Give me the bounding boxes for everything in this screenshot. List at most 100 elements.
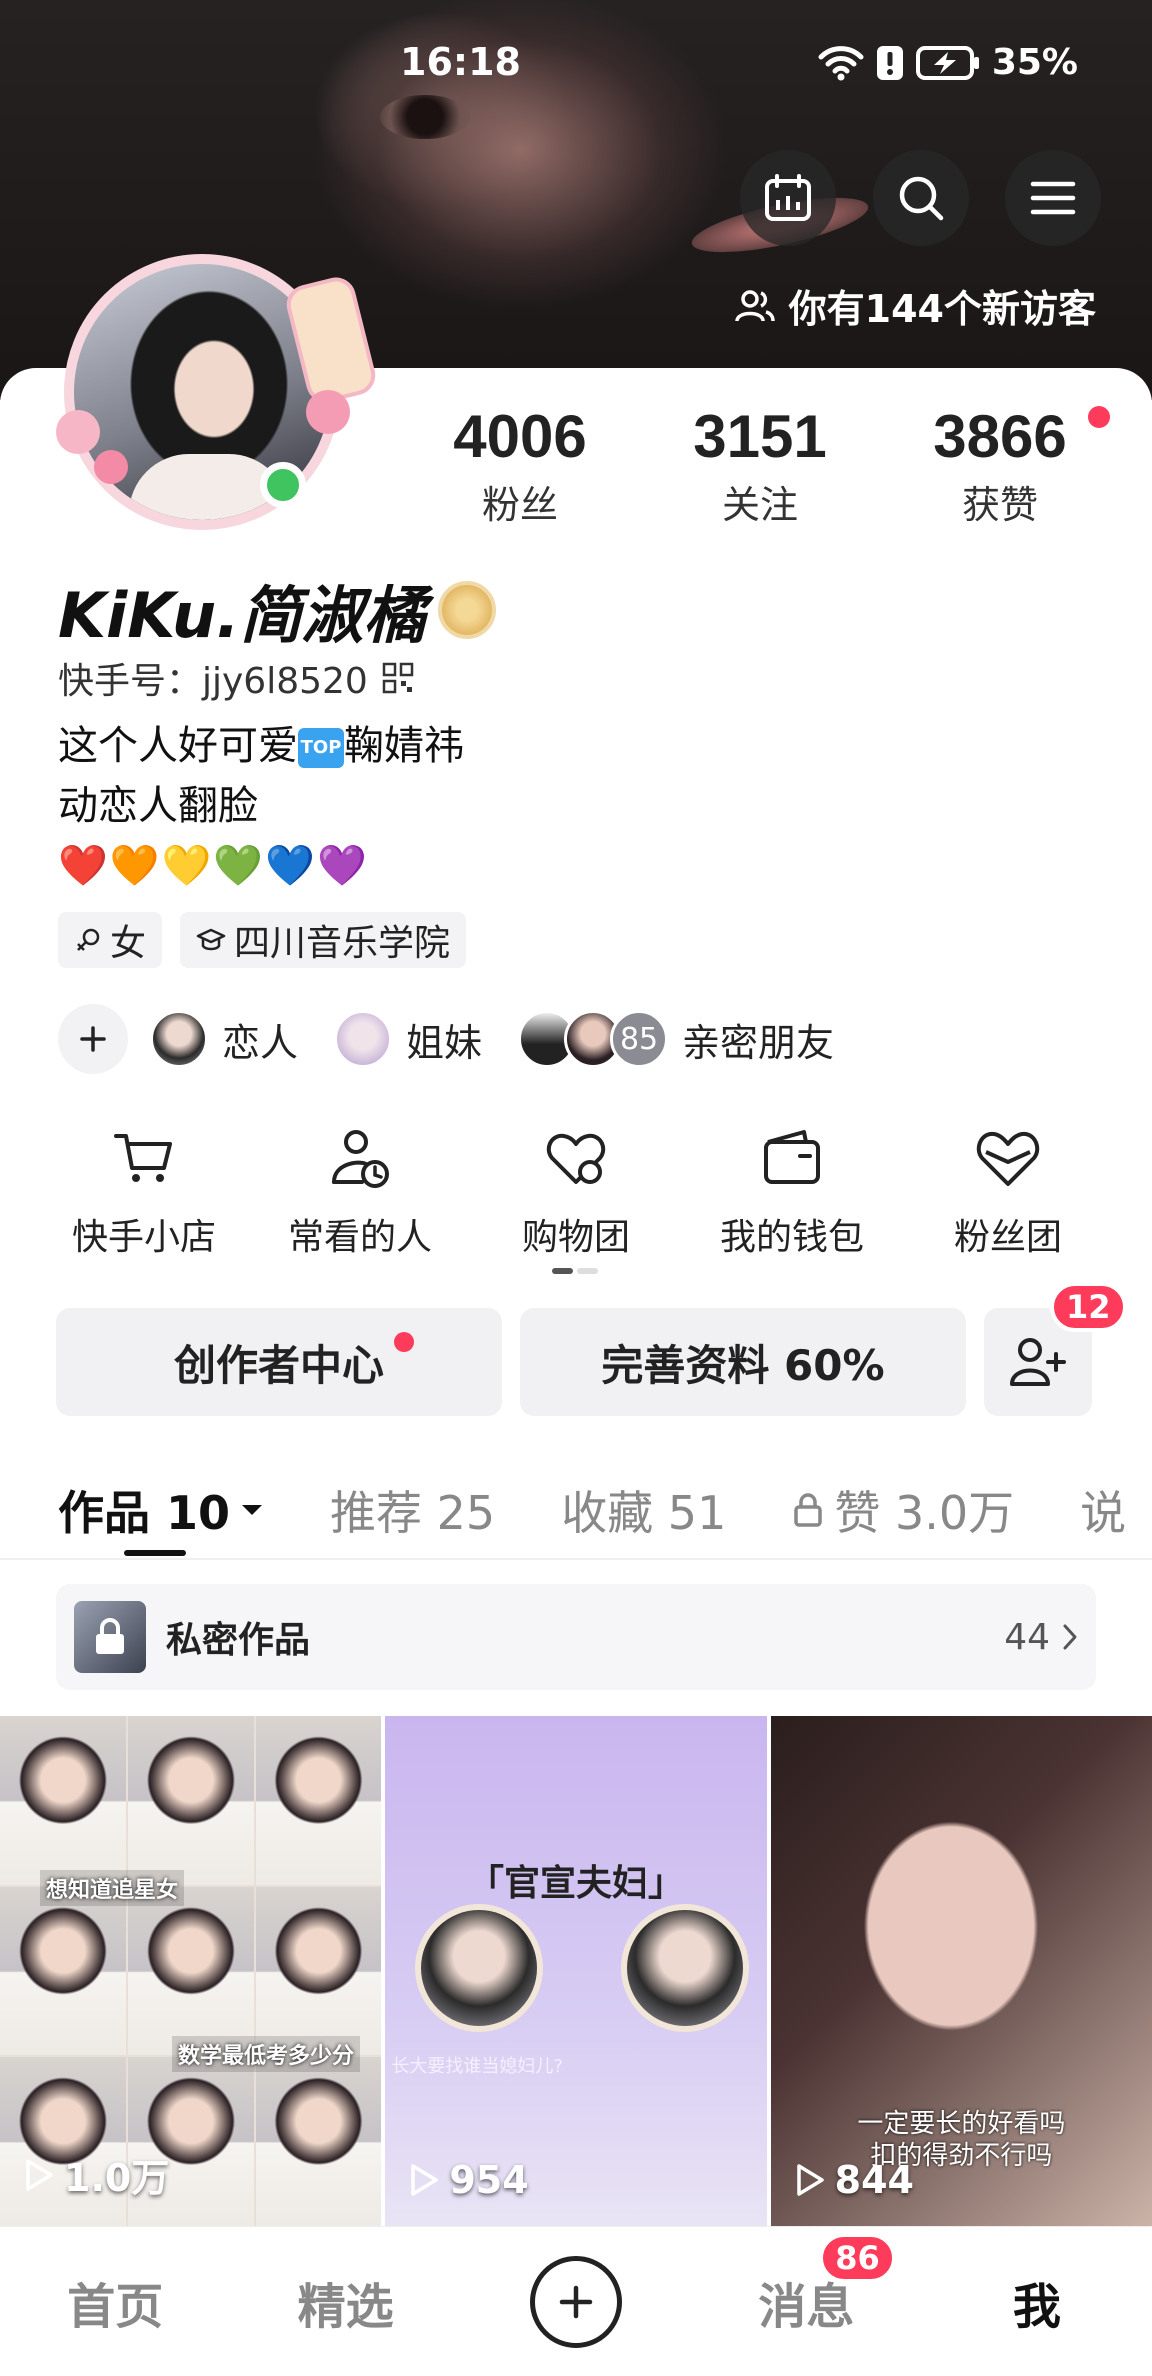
tag-label: 女 xyxy=(110,923,147,964)
indicator-dot xyxy=(577,1268,598,1274)
relationship-label: 姐妹 xyxy=(406,1020,483,1065)
service-label: 粉丝团 xyxy=(953,1217,1062,1258)
stat-label: 粉丝 xyxy=(481,483,558,527)
nav-label: 首页 xyxy=(67,2278,164,2335)
relationship-close-friends[interactable]: 85 亲密朋友 xyxy=(518,1010,834,1068)
service-wallet[interactable]: 我的钱包 xyxy=(684,1120,900,1260)
cover-photo-detail xyxy=(380,95,470,139)
play-count: 844 xyxy=(795,2158,914,2202)
tag-label: 四川音乐学院 xyxy=(234,923,451,964)
calendar-button[interactable] xyxy=(740,150,836,246)
stat-likes[interactable]: 3866 获赞 xyxy=(880,402,1120,529)
lock-icon xyxy=(794,1493,823,1527)
service-label: 快手小店 xyxy=(71,1217,216,1258)
tab-more[interactable]: 说 xyxy=(1080,1477,1126,1543)
service-shopping-group[interactable]: 购物团 xyxy=(468,1120,684,1260)
nav-create[interactable] xyxy=(461,2255,691,2348)
video-subtitle: 长大要找谁当媳妇儿? xyxy=(391,2056,563,2077)
add-friend-button[interactable]: 12 xyxy=(984,1282,1127,1416)
menu-button[interactable] xyxy=(1005,150,1101,246)
add-friend-icon xyxy=(1010,1338,1066,1386)
stat-following[interactable]: 3151 关注 xyxy=(640,402,880,529)
relationship-sisters[interactable]: 姐妹 xyxy=(334,1010,482,1068)
profile-name-row: KiKu.简淑橘 xyxy=(58,565,496,655)
tag-gender[interactable]: 女 xyxy=(58,912,163,968)
service-label: 购物团 xyxy=(521,1217,630,1258)
creator-center-button[interactable]: 创作者中心 xyxy=(56,1308,502,1416)
video-thumbnail[interactable]: 「官宣夫妇」 长大要找谁当媳妇儿? 954 xyxy=(385,1716,767,2226)
video-thumbnail[interactable]: 想知道追星女 数学最低考多少分 1.0万 xyxy=(0,1716,382,2226)
nav-featured[interactable]: 精选 xyxy=(230,2267,460,2337)
play-icon xyxy=(796,2164,824,2196)
kuaishou-id-row[interactable]: 快手号：jjy6l8520 xyxy=(58,652,414,704)
services-page-indicator xyxy=(552,1268,598,1274)
tab-works[interactable]: 作品 10 xyxy=(58,1477,264,1543)
private-works-row[interactable]: 私密作品 44 xyxy=(56,1584,1096,1690)
stat-label: 获赞 xyxy=(961,483,1038,527)
relationship-lover[interactable]: 恋人 xyxy=(150,1010,298,1068)
tag-school[interactable]: 四川音乐学院 xyxy=(180,912,467,968)
service-shop[interactable]: 快手小店 xyxy=(36,1120,252,1260)
avatar-stack: 85 xyxy=(518,1010,669,1068)
private-works-thumbnail xyxy=(74,1601,146,1673)
add-relationship-button[interactable] xyxy=(58,1004,128,1074)
tab-likes[interactable]: 赞 3.0万 xyxy=(792,1477,1014,1543)
play-count-value: 1.0万 xyxy=(64,2156,170,2200)
search-button[interactable] xyxy=(873,150,969,246)
content-tabs: 作品 10 推荐 25 收藏 51 赞 3.0万 说 xyxy=(58,1470,1152,1550)
stat-value: 3151 xyxy=(693,403,827,470)
stats-row: 4006 粉丝 3151 关注 3866 获赞 xyxy=(400,402,1120,529)
new-visitors-link[interactable]: 你有144个新访客 xyxy=(734,278,1096,333)
stat-label: 关注 xyxy=(721,483,798,527)
bio-text: 动恋人翻脸 xyxy=(58,783,258,829)
friend-request-badge: 12 xyxy=(1050,1282,1127,1332)
person-clock-icon xyxy=(332,1130,389,1188)
chevron-right-icon xyxy=(1063,1624,1077,1650)
battery-level: 35% xyxy=(991,42,1078,83)
avatar xyxy=(334,1010,393,1068)
top-arrow-icon: TOP xyxy=(298,728,344,768)
level-badge-icon[interactable] xyxy=(437,581,496,639)
avatar-container[interactable] xyxy=(56,250,380,540)
play-count: 1.0万 xyxy=(24,2147,169,2202)
video-thumbnail[interactable]: 一定要长的好看吗 扣的得劲不行吗 844 xyxy=(770,1716,1152,2226)
play-count: 954 xyxy=(409,2158,529,2202)
profile-name: KiKu.简淑橘 xyxy=(58,579,426,652)
video-avatar xyxy=(621,1904,750,2032)
create-button[interactable] xyxy=(530,2255,623,2348)
video-grid: 想知道追星女 数学最低考多少分 1.0万 「官宣夫妇」 长大要找谁当媳妇儿? 9… xyxy=(0,1716,1152,2226)
status-right: 35% xyxy=(818,42,1078,83)
video-caption: 想知道追星女 xyxy=(40,1870,185,1906)
search-icon xyxy=(899,176,944,221)
nav-messages[interactable]: 消息 86 xyxy=(691,2232,921,2337)
nav-me[interactable]: 我 xyxy=(922,2267,1152,2337)
tab-label: 推荐 25 xyxy=(330,1486,496,1540)
service-label: 常看的人 xyxy=(287,1217,432,1258)
service-fan-group[interactable]: 粉丝团 xyxy=(900,1120,1116,1260)
play-icon xyxy=(411,2164,439,2196)
action-buttons: 创作者中心 完善资料 60% 12 xyxy=(56,1282,1127,1416)
nav-home[interactable]: 首页 xyxy=(0,2267,230,2337)
service-frequent-viewed[interactable]: 常看的人 xyxy=(252,1120,468,1260)
service-label: 我的钱包 xyxy=(719,1217,864,1258)
nav-label: 我 xyxy=(1012,2278,1061,2335)
tab-favorites[interactable]: 收藏 51 xyxy=(561,1477,726,1543)
tab-label: 作品 10 xyxy=(58,1486,231,1540)
calendar-icon xyxy=(765,174,811,221)
tab-recommend[interactable]: 推荐 25 xyxy=(330,1477,495,1543)
menu-icon xyxy=(1030,181,1076,215)
complete-profile-button[interactable]: 完善资料 60% xyxy=(520,1308,966,1416)
friend-count: 85 xyxy=(610,1010,669,1068)
wallet-icon xyxy=(764,1130,820,1184)
heart-decoration xyxy=(56,410,100,454)
qr-code-icon[interactable] xyxy=(382,662,414,694)
relationships-row: 恋人 姐妹 85 亲密朋友 xyxy=(58,1004,834,1074)
caret-down-icon xyxy=(242,1505,263,1515)
video-caption: 一定要长的好看吗 xyxy=(857,2109,1066,2139)
profile-page: 16:18 35% 你有144个新访客 4006 粉丝 3151 关注 3866… xyxy=(0,0,1152,2376)
gender-female-icon xyxy=(77,928,100,951)
stat-followers[interactable]: 4006 粉丝 xyxy=(400,402,640,529)
bio-text: 这个人好可爱 xyxy=(58,723,298,769)
indicator-dot-active xyxy=(552,1268,573,1274)
tab-label: 收藏 51 xyxy=(561,1486,727,1540)
